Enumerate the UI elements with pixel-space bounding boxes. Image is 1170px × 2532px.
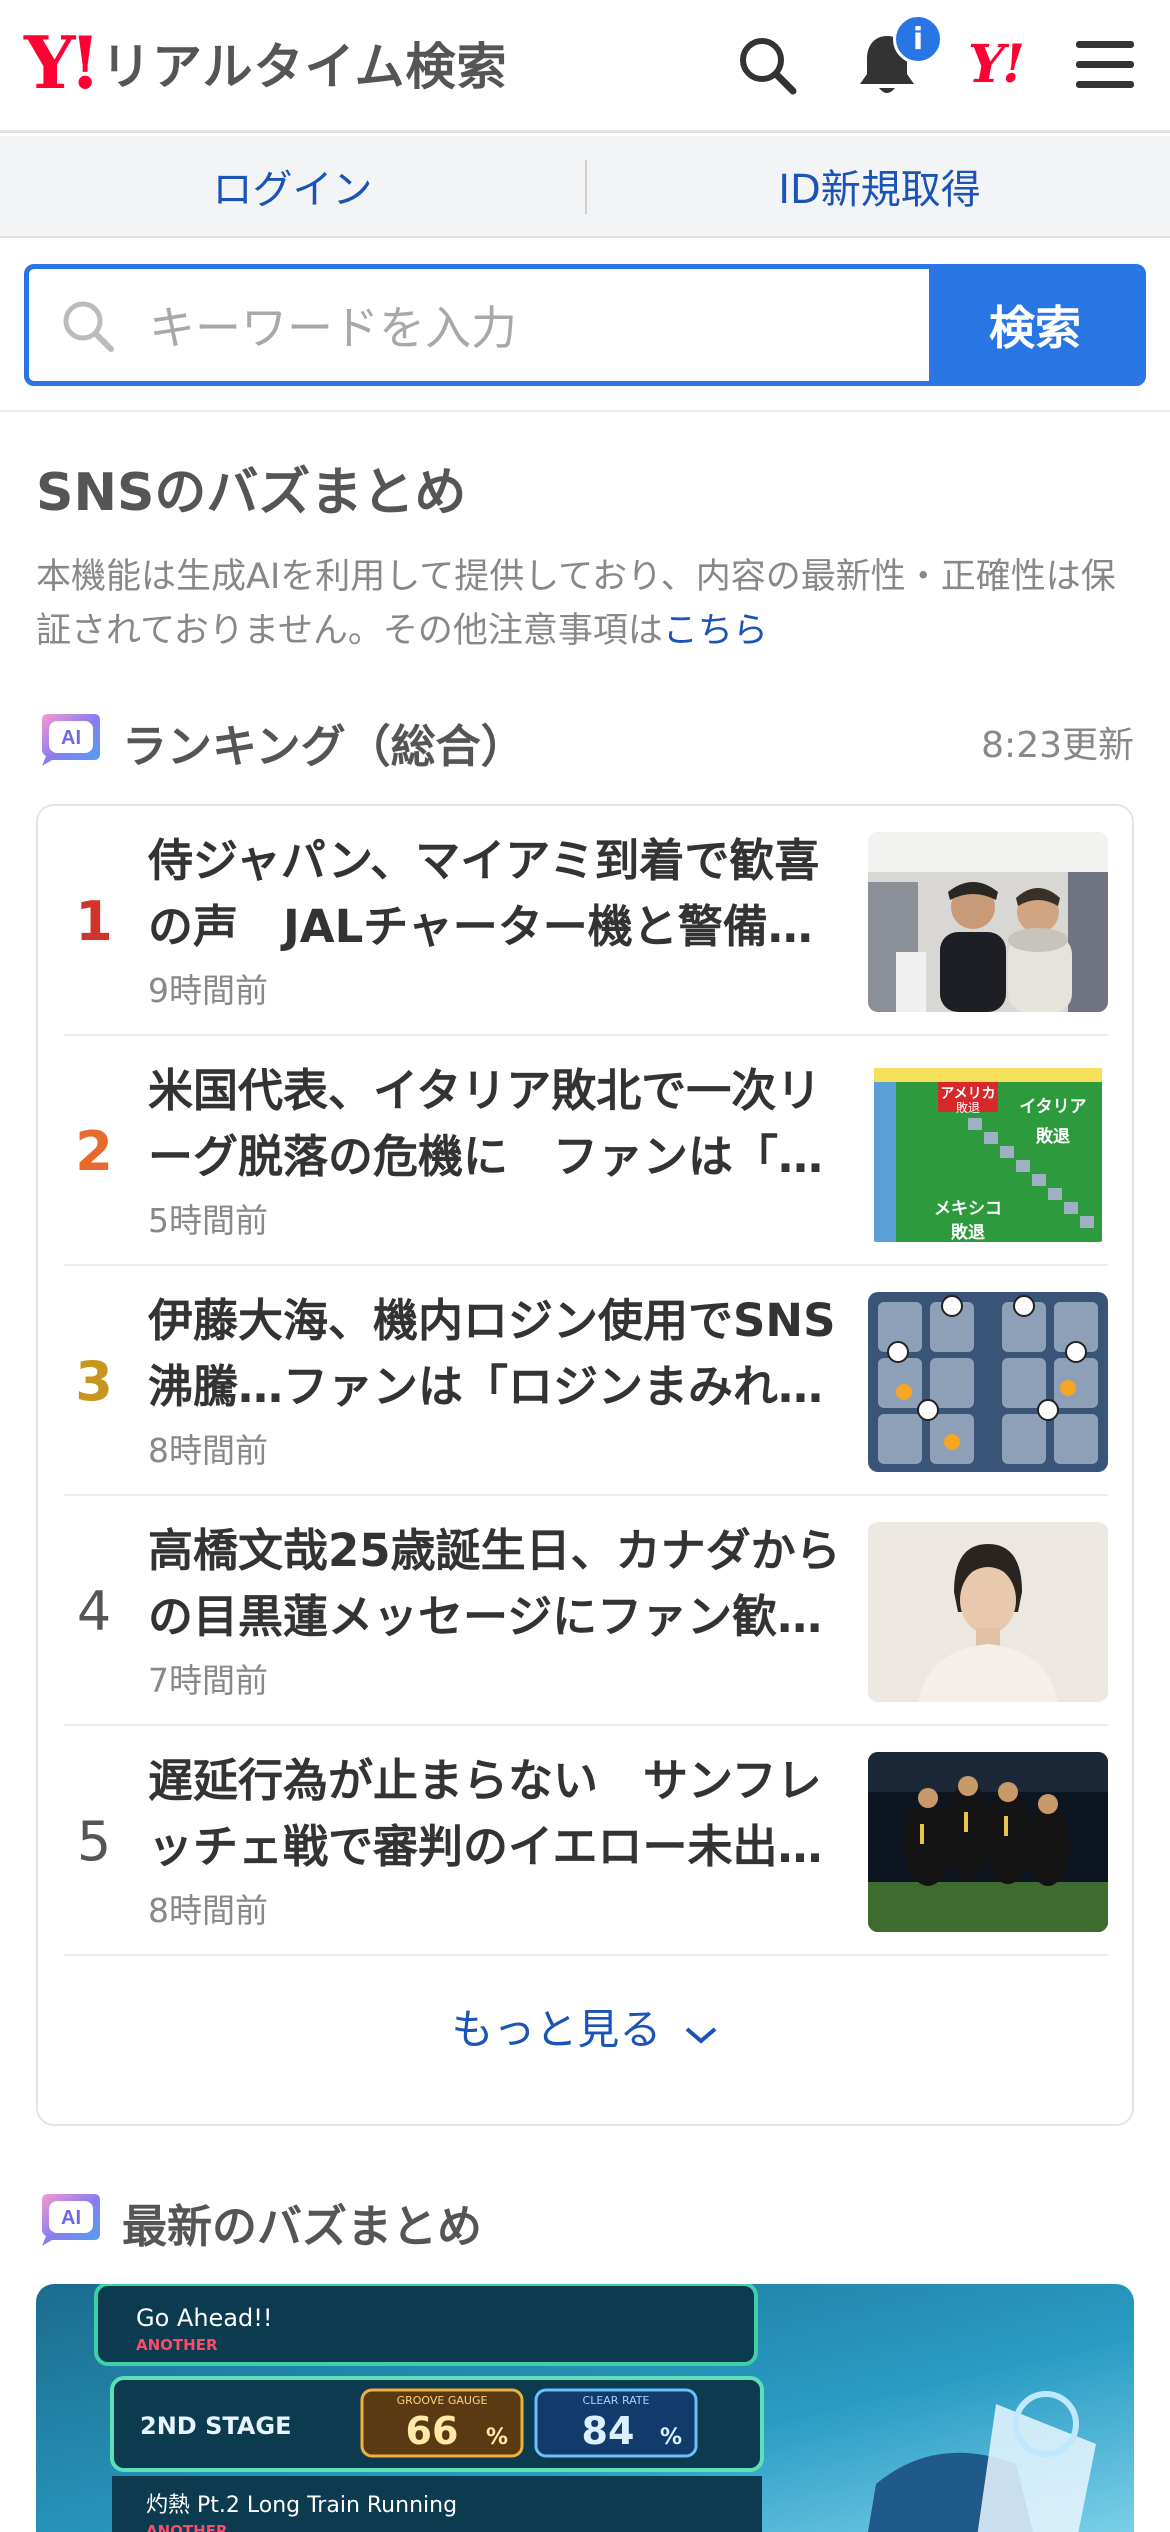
ranking-item[interactable]: 5 遅延行為が止まらない サンフレッチェ戦で審判のイエロー未出… 8時間前 (64, 1726, 1108, 1956)
update-time: 8:23更新 (981, 725, 1134, 766)
buzz-section-title: SNSのバズまとめ (36, 463, 467, 523)
search-button[interactable]: 検索 (929, 269, 1141, 381)
ranking-item-time: 8時間前 (148, 1891, 268, 1930)
yahoo-top-icon[interactable]: Y! (968, 34, 1025, 95)
ranking-item-title[interactable]: 伊藤大海、機内ロジン使用でSNS沸騰…ファンは「ロジンまみれ… (148, 1288, 848, 1420)
search-icon[interactable] (732, 30, 802, 100)
ranking-item[interactable]: 4 高橋文哉25歳誕生日、カナダからの目黒蓮メッセージにファン歓… 7時間前 (64, 1496, 1108, 1726)
section-divider (0, 410, 1170, 412)
ranking-item[interactable]: 2 米国代表、イタリア敗北で一次リーグ脱落の危機に ファンは「… 5時間前 アメ… (64, 1036, 1108, 1266)
notification-badge[interactable]: i (893, 14, 943, 64)
rank-number: 3 (75, 1349, 113, 1413)
ranking-item-title[interactable]: 遅延行為が止まらない サンフレッチェ戦で審判のイエロー未出… (148, 1748, 848, 1880)
ranking-item-time: 9時間前 (148, 971, 268, 1010)
svg-text:Go Ahead!!: Go Ahead!! (136, 2304, 273, 2332)
svg-text:66: 66 (406, 2409, 459, 2453)
ranking-item-time: 8時間前 (148, 1431, 268, 1470)
svg-text:CLEAR RATE: CLEAR RATE (583, 2394, 650, 2407)
svg-text:アメリカ: アメリカ (940, 1086, 995, 1102)
ranking-item-title[interactable]: 米国代表、イタリア敗北で一次リーグ脱落の危機に ファンは「… (148, 1058, 848, 1190)
latest-buzz-image[interactable]: Go Ahead!! ANOTHER 2ND STAGE GROOVE GAUG… (36, 2284, 1134, 2532)
rank-number: 4 (76, 1579, 112, 1643)
hamburger-menu-icon[interactable] (1070, 30, 1140, 100)
search-box: キーワードを入力 検索 (24, 264, 1146, 386)
rank-number: 1 (75, 889, 113, 953)
ranking-item-time: 7時間前 (148, 1661, 268, 1700)
ranking-title: ランキング（総合） (122, 720, 526, 773)
svg-text:イタリア: イタリア (1019, 1097, 1086, 1117)
ranking-item-time: 5時間前 (148, 1201, 268, 1240)
latest-buzz-title: 最新のバズまとめ (122, 2200, 483, 2253)
ranking-thumbnail[interactable] (868, 1522, 1108, 1702)
svg-text:ANOTHER: ANOTHER (136, 2336, 218, 2354)
svg-text:84: 84 (582, 2409, 635, 2453)
svg-text:GROOVE GAUGE: GROOVE GAUGE (397, 2394, 488, 2407)
ranking-thumbnail[interactable] (868, 1292, 1108, 1472)
auth-bar: ログイン ID新規取得 (0, 136, 1170, 238)
rank-number: 5 (76, 1809, 112, 1873)
logo-mark: Y! (24, 20, 101, 105)
header: Y! リアルタイム検索 i Y! (0, 0, 1170, 133)
ai-notice-text: 本機能は生成AIを利用して提供しており、内容の最新性・正確性は保証されておりませ… (36, 557, 1116, 651)
ranking-item[interactable]: 3 伊藤大海、機内ロジン使用でSNS沸騰…ファンは「ロジンまみれ… 8時間前 (64, 1266, 1108, 1496)
svg-text:メキシコ: メキシコ (934, 1199, 1002, 1219)
ranking-thumbnail[interactable] (868, 832, 1108, 1012)
ai-icon: AI (40, 2190, 102, 2246)
chevron-down-icon (683, 2008, 719, 2057)
rank-number: 2 (75, 1119, 113, 1183)
search-input[interactable]: キーワードを入力 (29, 269, 935, 381)
ai-notice: 本機能は生成AIを利用して提供しており、内容の最新性・正確性は保証されておりませ… (36, 550, 1136, 658)
login-link[interactable]: ログイン (0, 136, 585, 236)
ranking-thumbnail[interactable]: アメリカ 敗退 イタリア 敗退 メキシコ 敗退 (868, 1062, 1108, 1242)
svg-text:AI: AI (61, 727, 81, 749)
ranking-card: 1 侍ジャパン、マイアミ到着で歓喜の声 JALチャーター機と警備… 9時間前 2… (36, 804, 1134, 2126)
svg-text:AI: AI (61, 2207, 81, 2229)
svg-text:敗退: 敗退 (1036, 1126, 1070, 1147)
notice-link[interactable]: こちら (663, 611, 768, 651)
svg-text:ANOTHER: ANOTHER (146, 2522, 228, 2532)
svg-text:%: % (660, 2425, 682, 2450)
more-label: もっと見る (451, 2005, 662, 2054)
yahoo-realtime-logo[interactable]: Y! リアルタイム検索 (24, 20, 508, 105)
ranking-item-title[interactable]: 侍ジャパン、マイアミ到着で歓喜の声 JALチャーター機と警備… (148, 828, 848, 960)
ranking-item-title[interactable]: 高橋文哉25歳誕生日、カナダからの目黒蓮メッセージにファン歓… (148, 1518, 848, 1650)
svg-text:灼熱 Pt.2 Long Train Running: 灼熱 Pt.2 Long Train Running (146, 2493, 457, 2518)
svg-text:2ND STAGE: 2ND STAGE (140, 2412, 292, 2440)
svg-text:敗退: 敗退 (956, 1100, 980, 1115)
svg-text:%: % (486, 2425, 508, 2450)
ai-icon: AI (40, 710, 102, 766)
signup-link[interactable]: ID新規取得 (587, 136, 1170, 236)
ranking-thumbnail[interactable] (868, 1752, 1108, 1932)
svg-text:敗退: 敗退 (951, 1222, 985, 1242)
logo-text: リアルタイム検索 (101, 38, 508, 96)
more-link[interactable]: もっと見る (38, 1996, 1132, 2057)
ranking-item[interactable]: 1 侍ジャパン、マイアミ到着で歓喜の声 JALチャーター機と警備… 9時間前 (64, 806, 1108, 1036)
